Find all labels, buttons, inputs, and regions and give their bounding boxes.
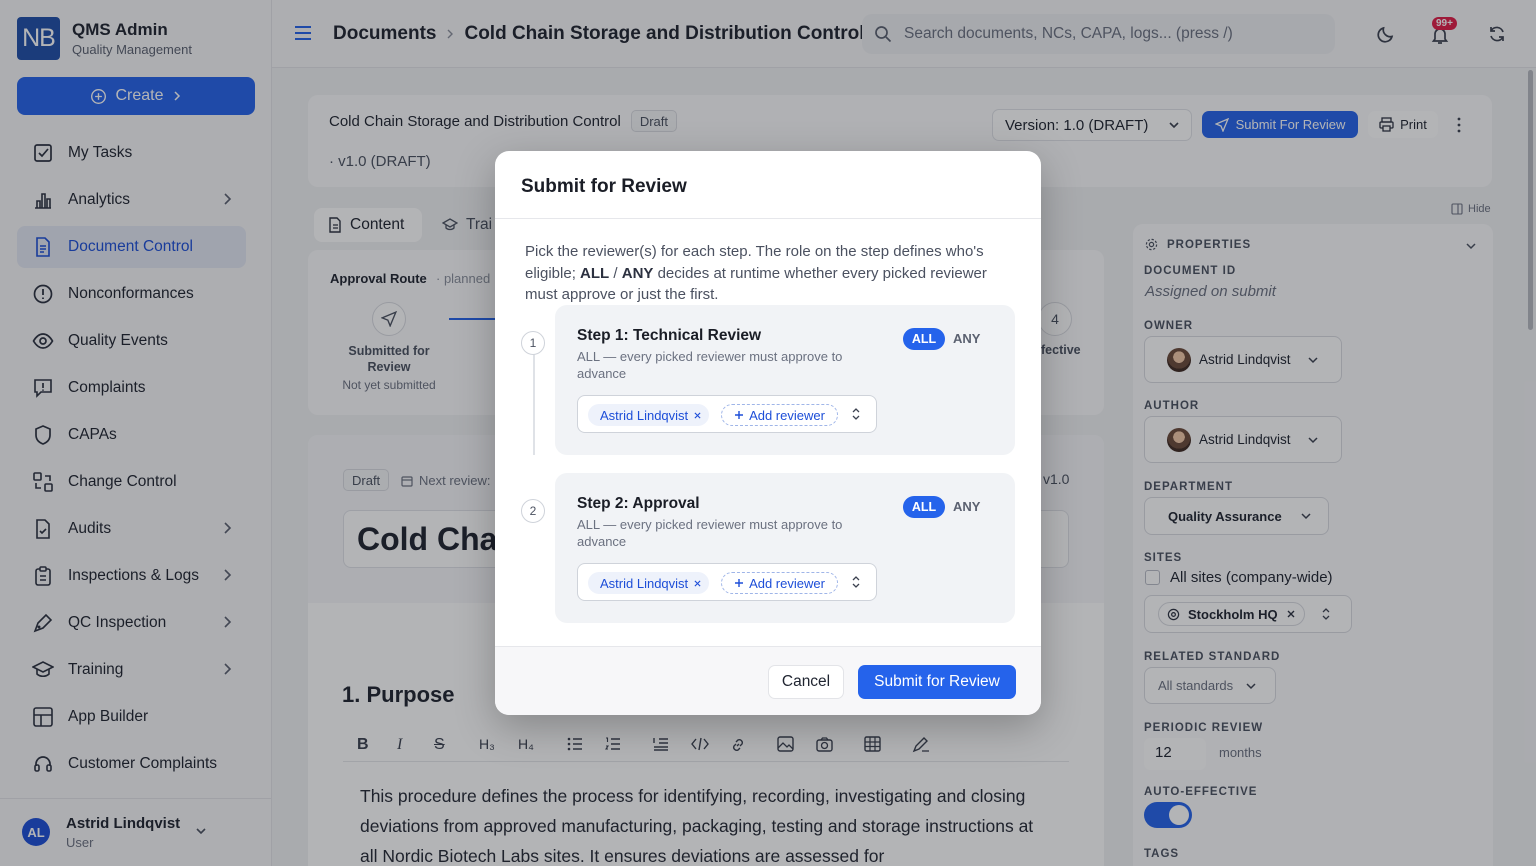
step-card-technical-review: Step 1: Technical Review ALL — every pic…	[555, 305, 1015, 455]
submit-for-review-dialog: Submit for Review Pick the reviewer(s) f…	[495, 151, 1041, 715]
add-reviewer-button[interactable]: Add reviewer	[721, 404, 838, 426]
dialog-title: Submit for Review	[521, 176, 687, 197]
mode-all-toggle[interactable]: ALL	[903, 328, 945, 350]
dialog-description: Pick the reviewer(s) for each step. The …	[525, 241, 1015, 306]
reviewer-chip: Astrid Lindqvist	[588, 404, 710, 426]
mode-any-toggle[interactable]: ANY	[953, 331, 980, 346]
reviewer-select[interactable]: Astrid Lindqvist Add reviewer	[577, 395, 877, 433]
reviewer-select[interactable]: Astrid Lindqvist Add reviewer	[577, 563, 877, 601]
divider	[495, 218, 1041, 219]
reviewer-name: Astrid Lindqvist	[600, 407, 689, 423]
step-number: 1	[521, 331, 545, 355]
mode-any-toggle[interactable]: ANY	[953, 499, 980, 514]
description-any: ANY	[621, 264, 654, 282]
cancel-button[interactable]: Cancel	[768, 665, 844, 699]
chevron-up-down-icon[interactable]	[851, 407, 861, 421]
dialog-footer: Cancel Submit for Review	[495, 646, 1041, 715]
step-title: Step 2: Approval	[577, 495, 700, 512]
mode-all-toggle[interactable]: ALL	[903, 496, 945, 518]
step-number: 2	[521, 499, 545, 523]
close-icon[interactable]	[694, 411, 701, 419]
plus-icon	[734, 578, 744, 588]
description-all: ALL	[580, 264, 610, 282]
step-card-approval: Step 2: Approval ALL — every picked revi…	[555, 473, 1015, 623]
step-connector	[533, 343, 535, 455]
submit-for-review-confirm-button[interactable]: Submit for Review	[858, 665, 1016, 699]
plus-icon	[734, 410, 744, 420]
step-title: Step 1: Technical Review	[577, 327, 762, 344]
step-hint: ALL — every picked reviewer must approve…	[577, 517, 843, 549]
add-reviewer-label: Add reviewer	[749, 575, 825, 591]
reviewer-chip: Astrid Lindqvist	[588, 572, 710, 594]
description-sep: /	[609, 264, 622, 282]
chevron-up-down-icon[interactable]	[851, 575, 861, 589]
add-reviewer-button[interactable]: Add reviewer	[721, 572, 838, 594]
step-hint: ALL — every picked reviewer must approve…	[577, 349, 843, 381]
close-icon[interactable]	[694, 579, 701, 587]
add-reviewer-label: Add reviewer	[749, 407, 825, 423]
reviewer-name: Astrid Lindqvist	[600, 575, 689, 591]
